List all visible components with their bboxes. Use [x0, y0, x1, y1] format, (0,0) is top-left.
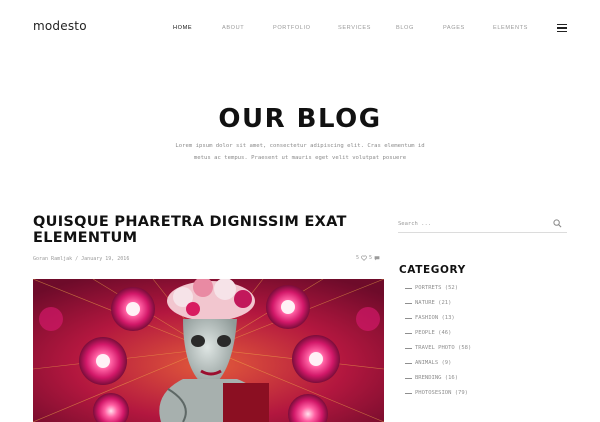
- category-label: ANIMALS (9): [415, 360, 452, 366]
- dash-icon: [405, 287, 412, 289]
- page-subtitle-line2: metus ac tempus. Praesent ut mauris eget…: [193, 155, 407, 161]
- likes-count: 5: [356, 255, 360, 261]
- comment-icon[interactable]: [374, 255, 380, 261]
- dash-icon: [405, 317, 412, 319]
- nav-item-portfolio[interactable]: PORTFOLIO: [273, 25, 311, 31]
- dash-icon: [405, 347, 412, 349]
- category-label: PHOTOSESION (79): [415, 390, 468, 396]
- dash-icon: [405, 362, 412, 364]
- category-item-fashion[interactable]: FASHION (13): [405, 315, 455, 321]
- featured-image-illustration: [33, 279, 384, 422]
- main-nav: HOME ABOUT PORTFOLIO SERVICES BLOG PAGES…: [0, 25, 600, 35]
- nav-item-services[interactable]: SERVICES: [338, 25, 371, 31]
- post-title[interactable]: QUISQUE PHARETRA DIGNISSIM EXAT ELEMENTU…: [33, 214, 378, 246]
- search-box: [398, 215, 567, 233]
- category-label: FASHION (13): [415, 315, 455, 321]
- nav-item-home[interactable]: HOME: [173, 25, 192, 31]
- hamburger-icon[interactable]: [557, 24, 567, 32]
- nav-item-blog[interactable]: BLOG: [396, 25, 414, 31]
- dash-icon: [405, 302, 412, 304]
- comments-count: 5: [369, 255, 373, 261]
- search-input[interactable]: [398, 218, 548, 230]
- category-item-portrets[interactable]: PORTRETS (52): [405, 285, 458, 291]
- page-subtitle-line1: Lorem ipsum dolor sit amet, consectetur …: [175, 143, 425, 149]
- heart-icon[interactable]: [361, 255, 367, 261]
- dash-icon: [405, 377, 412, 379]
- search-icon[interactable]: [553, 219, 562, 228]
- post-meta: Goran Ramljak / January 19, 2016: [33, 256, 130, 262]
- dash-icon: [405, 392, 412, 394]
- category-item-travel-photo[interactable]: TRAVEL PHOTO (58): [405, 345, 471, 351]
- site-header: modesto HOME ABOUT PORTFOLIO SERVICES BL…: [0, 0, 600, 56]
- category-label: TRAVEL PHOTO (58): [415, 345, 472, 351]
- post-featured-image[interactable]: [33, 279, 384, 422]
- dash-icon: [405, 332, 412, 334]
- category-item-people[interactable]: PEOPLE (46): [405, 330, 451, 336]
- post-stats: 5 5: [356, 255, 380, 261]
- category-item-brending[interactable]: BRENDING (16): [405, 375, 458, 381]
- page-title: OUR BLOG: [218, 104, 382, 134]
- nav-item-pages[interactable]: PAGES: [443, 25, 465, 31]
- category-item-photosesion[interactable]: PHOTOSESION (79): [405, 390, 468, 396]
- category-label: NATURE (21): [415, 300, 452, 306]
- nav-item-elements[interactable]: ELEMENTS: [493, 25, 528, 31]
- category-label: PORTRETS (52): [415, 285, 459, 291]
- category-label: PEOPLE (46): [415, 330, 452, 336]
- category-item-nature[interactable]: NATURE (21): [405, 300, 451, 306]
- category-item-animals[interactable]: ANIMALS (9): [405, 360, 451, 366]
- category-label: BRENDING (16): [415, 375, 459, 381]
- category-heading: CATEGORY: [399, 264, 466, 276]
- nav-item-about[interactable]: ABOUT: [222, 25, 244, 31]
